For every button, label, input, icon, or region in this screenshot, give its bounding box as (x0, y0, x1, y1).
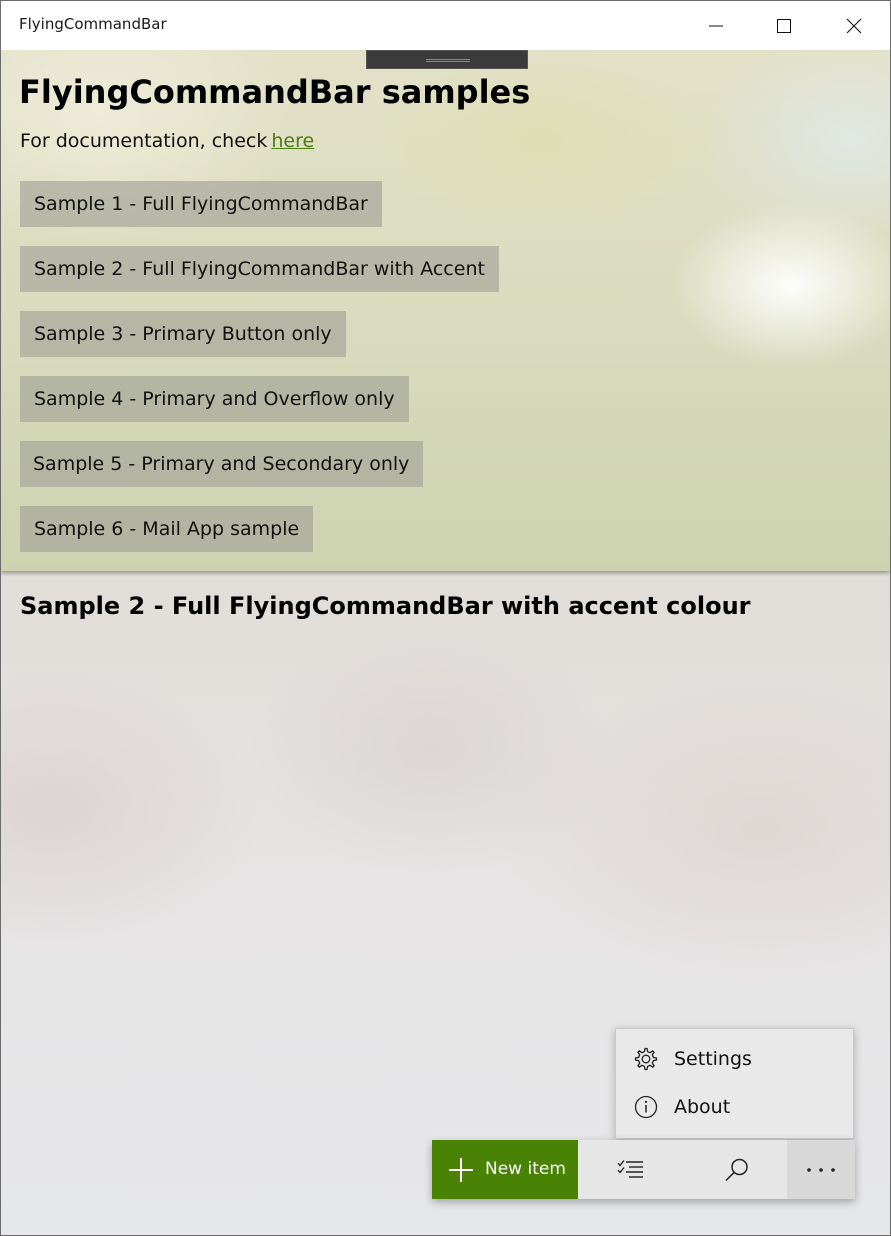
sample-4-button[interactable]: Sample 4 - Primary and Overflow only (20, 376, 409, 422)
close-button[interactable] (820, 1, 888, 50)
search-button[interactable] (684, 1140, 790, 1199)
minimize-icon (709, 25, 723, 26)
new-item-button[interactable]: New item (432, 1140, 578, 1199)
pane-drag-handle[interactable] (366, 50, 528, 69)
documentation-link[interactable]: here (271, 130, 314, 152)
menu-item-about[interactable]: About (616, 1084, 853, 1130)
plus-icon (449, 1158, 473, 1182)
sample-3-button[interactable]: Sample 3 - Primary Button only (20, 311, 346, 357)
menu-item-about-label: About (674, 1096, 731, 1118)
more-icon (807, 1167, 835, 1172)
samples-pane: FlyingCommandBar samples For documentati… (1, 50, 890, 571)
menu-item-settings-label: Settings (674, 1048, 752, 1070)
flying-command-bar: New item (432, 1140, 855, 1199)
app-window: FlyingCommandBar FlyingCommandBar sample… (0, 0, 891, 1236)
documentation-line: For documentation, check here (20, 130, 314, 152)
gear-icon (633, 1046, 659, 1072)
window-title: FlyingCommandBar (19, 15, 167, 33)
sample-1-button[interactable]: Sample 1 - Full FlyingCommandBar (20, 181, 382, 227)
checklist-button[interactable] (578, 1140, 684, 1199)
documentation-text: For documentation, check (20, 130, 268, 152)
more-button[interactable] (787, 1140, 855, 1199)
grip-icon (426, 59, 470, 62)
sample-6-button[interactable]: Sample 6 - Mail App sample (20, 506, 314, 552)
title-bar: FlyingCommandBar (1, 1, 890, 50)
close-icon (846, 18, 862, 33)
overflow-menu: Settings About (615, 1028, 854, 1139)
maximize-button[interactable] (750, 1, 818, 50)
sample-5-button[interactable]: Sample 5 - Primary and Secondary only (20, 441, 424, 487)
new-item-label: New item (485, 1159, 566, 1179)
section-title: Sample 2 - Full FlyingCommandBar with ac… (20, 592, 751, 620)
search-icon (725, 1158, 748, 1181)
checklist-icon (617, 1159, 643, 1178)
sample-2-button[interactable]: Sample 2 - Full FlyingCommandBar with Ac… (20, 246, 499, 292)
menu-item-settings[interactable]: Settings (616, 1036, 853, 1082)
info-icon (633, 1094, 659, 1120)
page-title: FlyingCommandBar samples (19, 73, 531, 111)
minimize-button[interactable] (682, 1, 750, 50)
maximize-icon (777, 18, 791, 33)
